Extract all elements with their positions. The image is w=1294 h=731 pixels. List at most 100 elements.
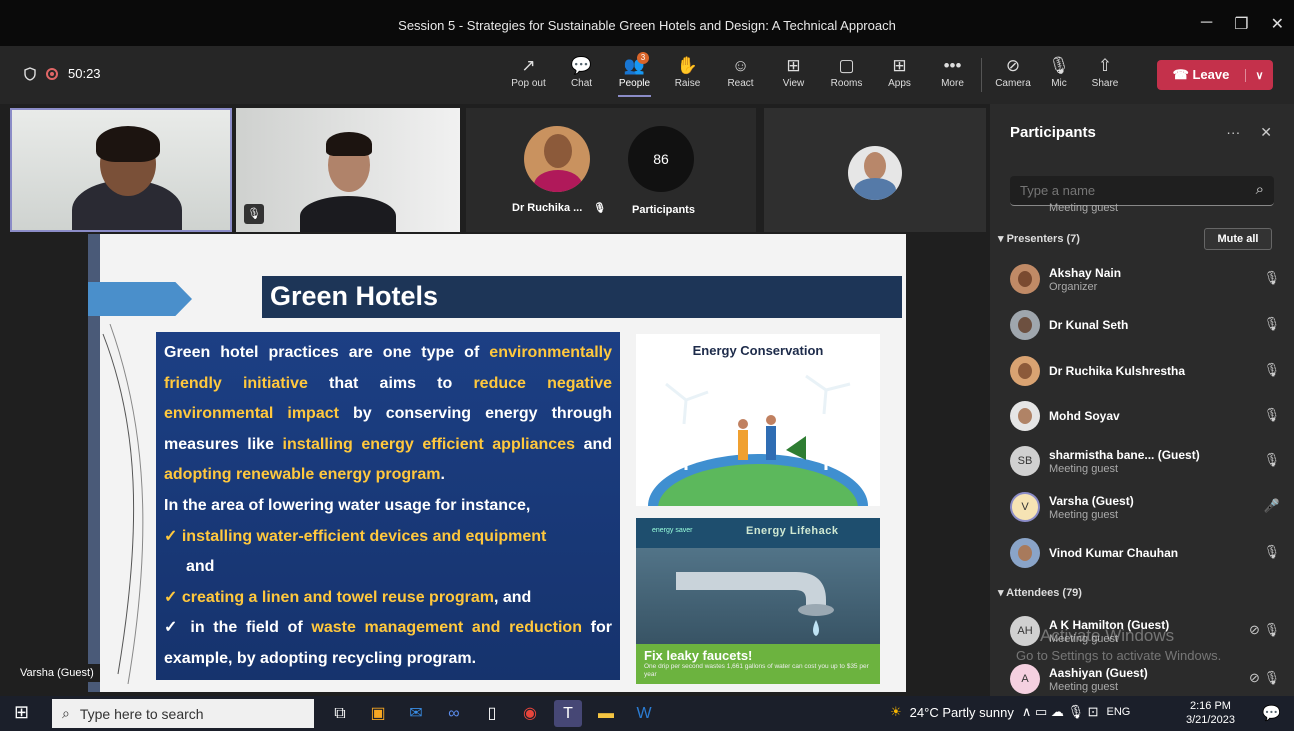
meeting-app-icon[interactable]: ∞ — [440, 700, 468, 727]
more-button[interactable]: ••• More — [926, 54, 979, 89]
lifehack-fine-print: One drip per second wastes 1,661 gallons… — [644, 663, 869, 678]
participant-row[interactable]: Akshay Nain Organizer 🎙 — [1010, 260, 1280, 300]
meeting-toolbar: 50:23 ↗ Pop out 💬 Chat 👥 3 People ✋ Raise ☺ Re… — [0, 46, 1294, 104]
leave-dropdown-chevron-icon[interactable]: ∨ — [1245, 68, 1273, 82]
apps-button[interactable]: ⊞ Apps — [873, 54, 926, 89]
slide-text: Green hotel practices are one type of — [164, 344, 490, 361]
participant-name-text: Dr Ruchika ... — [512, 202, 583, 214]
mic-off-icon: 🎙 — [1263, 362, 1280, 377]
meeting-tools: ↗ Pop out 💬 Chat 👥 3 People ✋ Raise ☺ React ⊞ V… — [502, 52, 979, 97]
window-controls: ─ ❐ ✕ — [1201, 14, 1284, 34]
participant-role: Organizer — [1049, 281, 1098, 293]
slide-highlight: waste management and reduction — [311, 619, 582, 637]
participant-row[interactable]: A Aashiyan (Guest) Meeting guest ⊘ 🎙 — [1010, 660, 1280, 700]
mic-button[interactable]: 🎙 Mic — [1036, 54, 1082, 89]
video-tile-participant-avatar[interactable] — [764, 108, 986, 232]
presenters-section-toggle[interactable]: ▾ Presenters (7) — [998, 232, 1080, 245]
mic-off-icon: 🎙 — [1263, 316, 1280, 331]
teams-icon[interactable]: T — [554, 700, 582, 727]
lifehack-footer: Fix leaky faucets! One drip per second w… — [636, 644, 880, 684]
mic-on-icon: 🎤 — [1263, 498, 1280, 513]
popout-button[interactable]: ↗ Pop out — [502, 54, 555, 89]
meeting-timer: 50:23 — [24, 66, 101, 81]
leave-label: ☎ Leave — [1172, 67, 1230, 82]
person-hair — [96, 126, 160, 162]
attendees-section-toggle[interactable]: ▾ Attendees (79) — [998, 586, 1082, 599]
store-icon[interactable]: ▣ — [364, 700, 392, 727]
system-tray: ☀ 24°C Partly sunny ∧ ▭ ☁ 🎙 ⊡ ENG — [890, 704, 1130, 720]
mute-all-button[interactable]: Mute all — [1204, 228, 1272, 250]
view-button[interactable]: ⊞ View — [767, 54, 820, 89]
task-view-icon[interactable]: ⧉ — [326, 700, 354, 727]
avatar — [1010, 310, 1040, 340]
share-label: Share — [1091, 78, 1119, 89]
avatar — [1010, 538, 1040, 568]
weather-icon[interactable]: ☀ — [890, 704, 902, 720]
view-icon: ⊞ — [786, 56, 801, 75]
mic-off-icon: 🎙 — [1048, 56, 1070, 75]
lifehack-title: Energy Lifehack — [746, 525, 839, 537]
avatar — [848, 146, 902, 200]
participant-row-speaking[interactable]: V Varsha (Guest) Meeting guest 🎤 — [1010, 488, 1280, 528]
more-options-icon[interactable]: ··· — [1226, 124, 1240, 141]
slide-text-box: Green hotel practices are one type of en… — [156, 332, 620, 680]
video-tile-participant[interactable]: 🎙 — [236, 108, 460, 232]
slide-bullet: ✓ in the field of waste management and r… — [164, 613, 612, 674]
activate-windows-title: Activate Windows — [1040, 626, 1175, 645]
recording-icon — [46, 67, 58, 80]
mic-off-icon: 🎙 — [1263, 270, 1280, 285]
video-tile-speaker[interactable] — [10, 108, 232, 232]
slide-paragraph: In the area of lowering water usage for … — [164, 496, 531, 514]
minimize-button[interactable]: ─ — [1201, 14, 1212, 34]
word-icon[interactable]: W — [630, 700, 658, 727]
image-caption: Energy Conservation — [692, 343, 824, 358]
slide-text: that aims to — [307, 374, 474, 392]
camera-button[interactable]: ⊘ Camera — [990, 54, 1036, 89]
avatar[interactable] — [524, 126, 590, 192]
clock-time: 2:16 PM — [1189, 700, 1231, 712]
mic-off-icon: 🎙 — [244, 204, 264, 224]
slide-highlight: creating a linen and towel reuse program — [181, 588, 494, 606]
search-icon[interactable]: ⌕ — [1256, 181, 1264, 198]
slide-arrow-shape — [88, 282, 192, 316]
close-button[interactable]: ✕ — [1271, 14, 1284, 34]
participant-row[interactable]: Dr Ruchika Kulshrestha 🎙 — [1010, 352, 1280, 392]
tray-icons[interactable]: ∧ ▭ ☁ 🎙 ⊡ — [1022, 704, 1099, 720]
mail-icon[interactable]: ✉ — [402, 700, 430, 727]
start-icon[interactable]: ⊞ — [14, 702, 29, 723]
clock-date: 3/21/2023 — [1186, 714, 1235, 726]
chrome-icon[interactable]: ◉ — [516, 700, 544, 727]
rooms-button[interactable]: ▢ Rooms — [820, 54, 873, 89]
participant-row[interactable]: Mohd Soyav 🎙 — [1010, 397, 1280, 437]
chat-label: Chat — [570, 78, 593, 89]
participant-row[interactable]: SB sharmistha bane... (Guest) Meeting gu… — [1010, 442, 1280, 482]
share-button[interactable]: ⇧ Share — [1082, 54, 1128, 89]
close-panel-icon[interactable]: ✕ — [1260, 124, 1272, 141]
partial-row-role: Meeting guest — [1049, 202, 1119, 214]
people-button[interactable]: 👥 3 People — [608, 52, 661, 97]
leave-button[interactable]: ☎ Leave ∨ — [1157, 60, 1273, 90]
slide-bullet: ✓ installing water-efficient devices and… — [164, 522, 612, 553]
chat-button[interactable]: 💬 Chat — [555, 54, 608, 89]
taskbar-clock[interactable]: 2:16 PM 3/21/2023 — [1186, 699, 1235, 727]
participants-count-circle[interactable]: 86 — [628, 126, 694, 192]
language-indicator[interactable]: ENG — [1107, 706, 1131, 718]
notepad-icon[interactable]: ▯ — [478, 700, 506, 727]
avatar — [1010, 401, 1040, 431]
slide-text: and — [186, 558, 215, 576]
weather-text[interactable]: 24°C Partly sunny — [910, 705, 1014, 720]
raise-hand-button[interactable]: ✋ Raise — [661, 54, 714, 89]
activate-windows-subtitle: Go to Settings to activate Windows. — [1016, 648, 1222, 663]
file-explorer-icon[interactable]: ▬ — [592, 700, 620, 727]
react-button[interactable]: ☺ React — [714, 54, 767, 89]
taskbar-search[interactable]: ⌕ Type here to search — [52, 699, 314, 728]
maximize-button[interactable]: ❐ — [1234, 14, 1248, 34]
participant-name: Mohd Soyav — [1049, 409, 1120, 423]
participant-row[interactable]: Vinod Kumar Chauhan 🎙 — [1010, 534, 1280, 574]
notifications-icon[interactable]: 💬 — [1262, 704, 1281, 722]
participant-row[interactable]: Dr Kunal Seth 🎙 — [1010, 306, 1280, 346]
brand-text: energy saver — [652, 527, 693, 534]
participant-name: Akshay Nain — [1049, 266, 1122, 280]
search-input[interactable] — [1010, 176, 1240, 205]
popout-icon: ↗ — [521, 56, 536, 75]
